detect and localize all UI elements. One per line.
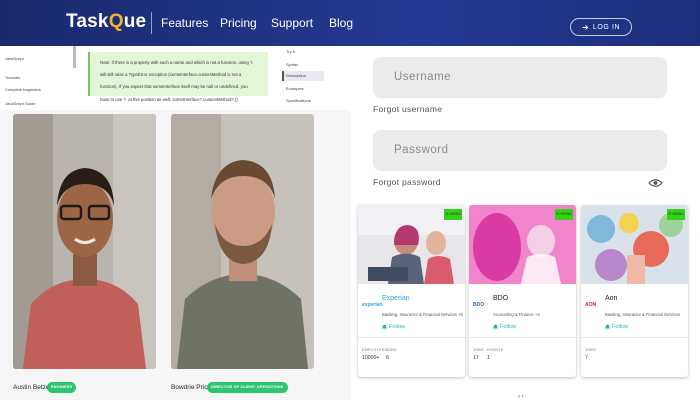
note-line: function). If you expect that someInterf… <box>100 84 248 89</box>
stat-label: JOBS <box>386 348 397 352</box>
logo-divider <box>151 12 152 34</box>
docs-page-toc: Try it Syntax Description Examples Speci… <box>282 46 350 110</box>
role-badge: ENGINEER <box>47 382 77 393</box>
toc-item-description[interactable]: Description <box>282 71 324 81</box>
note-line: Note: If there is a property with such a… <box>100 60 254 65</box>
bell-icon <box>382 324 387 330</box>
stat-value: 7 <box>585 355 588 361</box>
nav-features[interactable]: Features <box>161 16 208 30</box>
bdo-logo: BDO <box>473 302 485 308</box>
sidebar-scrollbar[interactable] <box>73 46 76 68</box>
team-member-name: Bowdrie Price <box>171 384 212 391</box>
stat-label: EMPLOYEES <box>362 348 388 352</box>
toc-item-specifications[interactable]: Specifications <box>286 98 311 103</box>
log-in-label: LOG IN <box>592 23 621 31</box>
username-input[interactable]: Username <box>373 57 667 98</box>
top-navigation-bar: TaskQue Features Pricing Support Blog LO… <box>0 0 700 46</box>
team-section: Austin Betzer ENGINEER Bowdrie Price DIR… <box>0 110 350 400</box>
login-form-panel: Username Forgot username Password Forgot… <box>350 46 700 400</box>
card-divider <box>358 337 465 338</box>
is-hiring-badge: IS HIRING <box>555 209 573 220</box>
nav-blog[interactable]: Blog <box>329 16 353 30</box>
toc-active-indicator <box>282 71 284 81</box>
role-badge: DIRECTOR OF CLIENT OPERATIONS <box>207 382 288 393</box>
stat-label: JOBS <box>585 348 596 352</box>
forgot-username-link[interactable]: Forgot username <box>373 104 442 114</box>
follow-button[interactable]: Follow <box>382 324 405 330</box>
is-hiring-badge: IS HIRING <box>667 209 685 220</box>
stat-value: 17 <box>473 355 479 361</box>
nav-pricing[interactable]: Pricing <box>220 16 257 30</box>
team-member-name: Austin Betzer <box>13 384 52 391</box>
password-input[interactable]: Password <box>373 130 667 171</box>
sidebar-item-complete-beginners[interactable]: Complete beginners <box>5 87 41 92</box>
company-industry: Banking, Insurance & Financial Services … <box>382 312 463 317</box>
login-arrow-icon <box>582 24 589 30</box>
documentation-panel: JavaScript Tutorials Complete beginners … <box>0 46 350 110</box>
sidebar-item-tutorials[interactable]: Tutorials <box>5 75 20 80</box>
is-hiring-badge: IS HIRING <box>444 209 462 220</box>
taskque-logo[interactable]: TaskQue <box>66 11 146 33</box>
card-divider <box>469 337 576 338</box>
note-line: will still raise a TypeError exception (… <box>100 72 242 77</box>
sidebar-item-javascript-guide[interactable]: JavaScript Guide <box>5 101 35 106</box>
aon-logo: AON <box>585 302 597 308</box>
stat-label: JOBS <box>473 348 484 352</box>
stat-label: EVENTS <box>487 348 504 352</box>
stat-value: 10000+ <box>362 355 380 361</box>
stat-value: 1 <box>487 355 490 361</box>
company-card-aon[interactable]: IS HIRING AON Aon Banking, Insurance & F… <box>581 205 688 377</box>
bell-icon <box>493 324 498 330</box>
nav-support[interactable]: Support <box>271 16 313 30</box>
carousel-pager[interactable]: ‹ › <box>518 394 524 400</box>
company-industry: Banking, Insurance & Financial Services <box>605 312 680 317</box>
company-name[interactable]: BDO <box>493 295 508 302</box>
sidebar-item-javascript[interactable]: JavaScript <box>5 56 24 61</box>
docs-sidebar: JavaScript Tutorials Complete beginners … <box>0 46 74 110</box>
toc-item-try-it[interactable]: Try it <box>286 49 295 54</box>
show-password-eye-icon[interactable] <box>648 178 663 188</box>
toc-item-examples[interactable]: Examples <box>286 86 304 91</box>
stat-value: 6 <box>386 355 389 361</box>
follow-button[interactable]: Follow <box>605 324 628 330</box>
company-name[interactable]: Aon <box>605 295 617 302</box>
experian-logo: experian <box>362 302 383 308</box>
company-card-experian[interactable]: IS HIRING experian Experian Banking, Ins… <box>358 205 465 377</box>
team-photo-austin <box>13 114 156 369</box>
follow-button[interactable]: Follow <box>493 324 516 330</box>
note-line: have to use ?. at this position as well:… <box>100 97 238 102</box>
company-card-bdo[interactable]: IS HIRING BDO BDO Accounting & Finance +… <box>469 205 576 377</box>
team-photo-bowdrie <box>171 114 314 369</box>
forgot-password-link[interactable]: Forgot password <box>373 177 441 187</box>
company-name[interactable]: Experian <box>382 295 410 302</box>
page: TaskQue Features Pricing Support Blog LO… <box>0 0 700 400</box>
log-in-button[interactable]: LOG IN <box>570 18 632 36</box>
toc-item-syntax[interactable]: Syntax <box>286 62 298 67</box>
bell-icon <box>605 324 610 330</box>
card-divider <box>581 337 688 338</box>
company-industry: Accounting & Finance +3 <box>493 312 540 317</box>
